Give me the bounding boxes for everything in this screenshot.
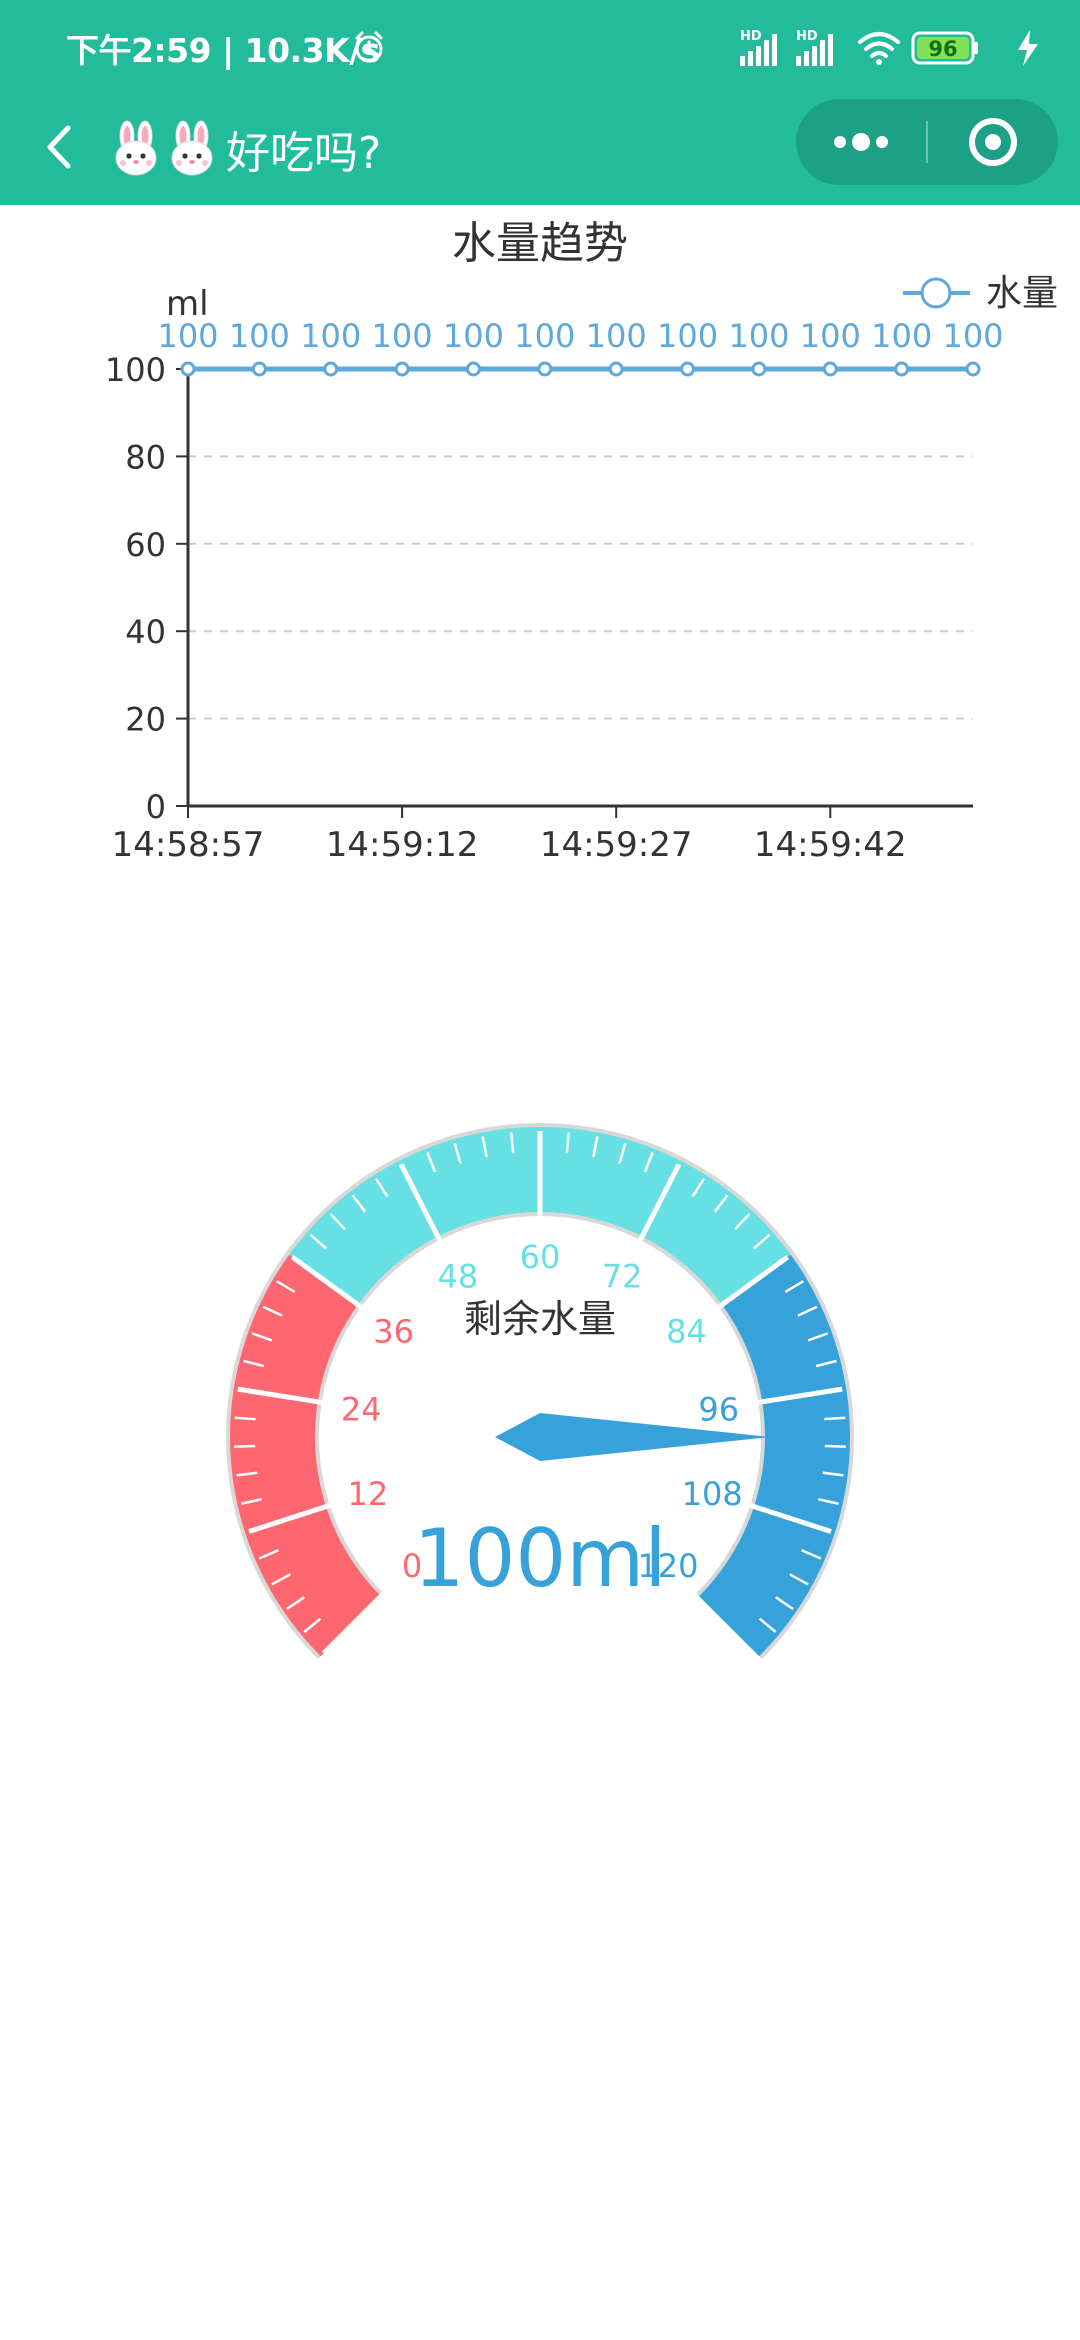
water-trend-chart: 水量趋势 ml 水量 0 20 40 60 80 100 14:58:57 14:59:12 1… — [0, 205, 1080, 905]
data-label: 100 — [800, 317, 861, 355]
y-tick-label: 100 — [105, 351, 166, 389]
y-tick-label: 20 — [125, 701, 166, 739]
mini-program-capsule — [796, 99, 1058, 185]
data-point — [965, 361, 981, 377]
chart-legend: 水量 — [903, 273, 1058, 314]
data-label: 100 — [871, 317, 932, 355]
data-point — [608, 361, 624, 377]
y-tick-label: 40 — [125, 613, 166, 651]
data-label: 100 — [728, 317, 789, 355]
data-point — [394, 361, 410, 377]
y-tick-label: 60 — [125, 526, 166, 564]
charging-icon — [1018, 30, 1038, 66]
battery-icon: 96 — [911, 31, 978, 65]
x-tick-label: 14:59:42 — [754, 825, 907, 865]
hd-label-2: HD — [796, 29, 818, 44]
gauge-minor-tick — [824, 1444, 846, 1448]
data-label: 100 — [657, 317, 718, 355]
gauge-minor-tick — [234, 1444, 256, 1448]
gauge-tick-label: 60 — [520, 1238, 561, 1276]
data-label: 100 — [157, 317, 218, 355]
x-tick-label: 14:58:57 — [112, 825, 265, 865]
back-chevron-icon[interactable] — [30, 112, 90, 182]
data-label: 100 — [300, 317, 361, 355]
data-point — [180, 361, 196, 377]
gauge-svg: 01224364860728496108120 剩余水量 100ml — [226, 1123, 854, 1660]
data-label: 100 — [372, 317, 433, 355]
data-point — [537, 361, 553, 377]
remaining-water-gauge: 0 12 24 36 48 60 72 84 96 108 120 剩余水量 100ml — [0, 1100, 1080, 1700]
status-bar: 下午2:59 | 10.3K/s HD HD 96 — [0, 0, 1080, 96]
data-point — [822, 361, 838, 377]
gauge-tick-label: 48 — [437, 1258, 478, 1296]
more-dots-icon — [834, 133, 888, 151]
y-tick-label: 0 — [146, 788, 166, 826]
data-point — [680, 361, 696, 377]
status-icons: HD HD 96 — [740, 29, 1038, 66]
gauge-minor-tick — [234, 1416, 256, 1421]
data-point — [751, 361, 767, 377]
page-title-wrap: 好吃吗? — [110, 114, 381, 184]
x-tick-label: 14:59:27 — [540, 825, 693, 865]
gauge-tick-label: 84 — [666, 1313, 707, 1351]
gauge-tick-label: 24 — [341, 1391, 382, 1429]
gauge-tick-label: 36 — [373, 1313, 414, 1351]
data-point — [323, 361, 339, 377]
gauge-minor-tick — [824, 1416, 846, 1421]
gauge-tick-label: 96 — [698, 1391, 739, 1429]
data-label: 100 — [586, 317, 647, 355]
line-chart-svg: 水量趋势 ml 水量 02040608010014:58:57 14:59:12 1… — [105, 218, 1058, 865]
x-tick-label: 14:59:12 — [326, 825, 479, 865]
data-point — [894, 361, 910, 377]
more-button[interactable] — [796, 99, 926, 185]
battery-level: 96 — [928, 37, 957, 61]
page-title: 好吃吗? — [226, 128, 382, 179]
alarm-icon — [355, 31, 383, 63]
data-point — [465, 361, 481, 377]
wifi-icon — [858, 32, 900, 65]
close-miniprogram-button[interactable] — [928, 99, 1058, 185]
data-label: 100 — [514, 317, 575, 355]
y-tick-label: 80 — [125, 438, 166, 476]
target-close-icon — [969, 118, 1017, 166]
data-label: 100 — [443, 317, 504, 355]
legend-marker — [920, 277, 952, 309]
gauge-tick-label: 72 — [602, 1258, 643, 1296]
rabbit-face-icon — [171, 120, 213, 176]
data-label: 100 — [942, 317, 1003, 355]
rabbit-face-icon — [115, 120, 157, 176]
hd-label-1: HD — [740, 29, 762, 44]
app-header: 下午2:59 | 10.3K/s HD HD 96 好吃吗? — [0, 0, 1080, 205]
legend-label: 水量 — [986, 273, 1058, 314]
data-label: 100 — [229, 317, 290, 355]
navigation-bar: 好吃吗? — [0, 96, 1080, 205]
data-point — [251, 361, 267, 377]
gauge-tick-label: 108 — [682, 1475, 743, 1513]
chart-title: 水量趋势 — [452, 218, 628, 269]
gauge-value-label: 100ml — [414, 1512, 667, 1605]
status-time: 下午2:59 | 10.3K/s — [66, 31, 380, 70]
gauge-tick-label: 12 — [347, 1475, 388, 1513]
gauge-title: 剩余水量 — [464, 1297, 616, 1341]
